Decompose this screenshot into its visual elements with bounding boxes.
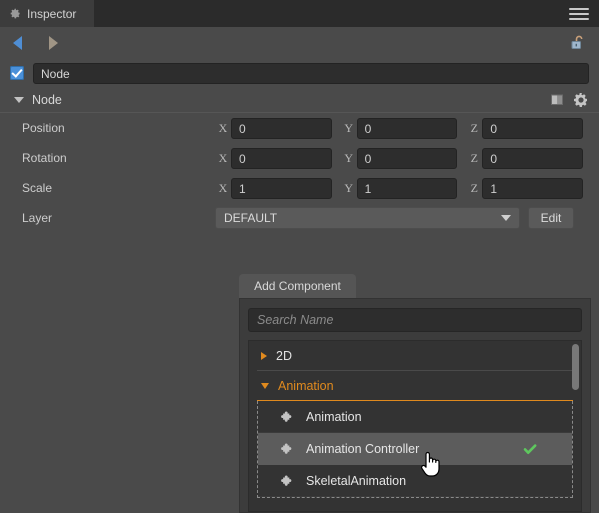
- hamburger-menu-icon[interactable]: [569, 0, 589, 27]
- axis-field: Z1: [466, 177, 584, 199]
- gear-icon[interactable]: [573, 92, 589, 108]
- component-list-item[interactable]: Animation Controller: [258, 433, 572, 465]
- numeric-input[interactable]: 0: [482, 117, 584, 139]
- book-icon[interactable]: [549, 92, 565, 108]
- numeric-input[interactable]: 0: [356, 147, 458, 169]
- puzzle-piece-icon: [280, 474, 294, 488]
- add-component-popup: Search Name 2D Animation Animation Animatio…: [239, 298, 591, 513]
- numeric-input[interactable]: 1: [356, 177, 458, 199]
- axis-letter-label: Y: [344, 150, 353, 165]
- component-item-label: SkeletalAnimation: [306, 473, 407, 488]
- property-label: Position: [22, 121, 65, 135]
- lock-toggle-button[interactable]: [571, 34, 587, 51]
- component-group-header[interactable]: Animation: [257, 371, 573, 401]
- numeric-input[interactable]: 1: [482, 177, 584, 199]
- window-titlebar: Inspector: [0, 0, 599, 27]
- puzzle-piece-icon: [280, 410, 294, 424]
- property-label: Scale: [22, 181, 53, 195]
- chevron-down-icon: [261, 382, 269, 389]
- layer-select[interactable]: DEFAULT: [215, 207, 520, 229]
- axis-field: X0: [215, 117, 332, 139]
- axis-group: X0Y0Z0: [215, 147, 599, 169]
- axis-field: Z0: [466, 117, 584, 139]
- axis-letter-label: Y: [344, 120, 353, 135]
- component-item-group: Animation Animation Controller SkeletalAni…: [257, 401, 573, 498]
- unlock-padlock-icon: [571, 35, 583, 49]
- chevron-down-icon[interactable]: [14, 97, 24, 103]
- component-list: 2D Animation Animation Animation Controller…: [248, 340, 582, 512]
- component-item-label: Animation Controller: [306, 441, 420, 456]
- axis-field: Y0: [341, 147, 458, 169]
- navigation-bar: [0, 27, 599, 58]
- tab-inspector[interactable]: Inspector: [0, 0, 95, 27]
- checkmark-icon: [522, 441, 538, 457]
- component-group-label: 2D: [276, 348, 292, 363]
- layer-selected-value: DEFAULT: [224, 211, 278, 225]
- property-row: Rotation X 0 Y 0 Z 0: [0, 143, 599, 173]
- list-scrollbar[interactable]: [572, 344, 579, 390]
- add-component-button[interactable]: Add Component: [239, 274, 356, 298]
- property-row: Scale X 1 Y 1 Z 1: [0, 173, 599, 203]
- node-name-row: Node: [0, 58, 599, 88]
- component-group-header[interactable]: 2D: [257, 341, 573, 371]
- chevron-right-icon: [261, 351, 267, 360]
- axis-field: Y1: [341, 177, 458, 199]
- axis-letter-label: X: [218, 120, 228, 135]
- axis-letter-label: Z: [470, 120, 479, 135]
- layer-row: Layer DEFAULT Edit: [0, 203, 599, 233]
- back-button[interactable]: [8, 34, 26, 52]
- property-row: Position X 0 Y 0 Z 0: [0, 113, 599, 143]
- axis-field: X0: [215, 147, 332, 169]
- axis-letter-label: X: [218, 150, 228, 165]
- layer-label: Layer: [22, 211, 53, 225]
- axis-letter-label: Z: [470, 180, 479, 195]
- axis-group: X1Y1Z1: [215, 177, 599, 199]
- search-placeholder: Search Name: [257, 313, 334, 327]
- component-group-label: Animation: [278, 378, 334, 393]
- section-title: Node: [32, 93, 62, 107]
- arrow-left-icon: [12, 35, 22, 50]
- node-enabled-checkbox[interactable]: [10, 66, 24, 80]
- forward-button[interactable]: [44, 34, 62, 52]
- layer-edit-button[interactable]: Edit: [528, 207, 574, 229]
- component-item-label: Animation: [306, 409, 362, 424]
- search-input[interactable]: Search Name: [248, 308, 582, 332]
- numeric-input[interactable]: 0: [231, 117, 332, 139]
- axis-field: Y0: [341, 117, 458, 139]
- puzzle-piece-icon: [280, 442, 294, 456]
- axis-letter-label: Z: [470, 150, 479, 165]
- axis-field: Z0: [466, 147, 584, 169]
- numeric-input[interactable]: 0: [231, 147, 332, 169]
- tab-label: Inspector: [27, 6, 77, 21]
- numeric-input[interactable]: 0: [356, 117, 458, 139]
- property-label: Rotation: [22, 151, 67, 165]
- axis-letter-label: Y: [344, 180, 353, 195]
- axis-field: X1: [215, 177, 332, 199]
- chevron-down-icon: [501, 215, 511, 221]
- transform-properties: Position X 0 Y 0 Z 0 Rotation X 0 Y 0 Z 0 Scale X 1 Y 1 Z 1: [0, 113, 599, 203]
- axis-letter-label: X: [218, 180, 228, 195]
- node-name-input[interactable]: Node: [33, 62, 589, 84]
- gear-icon: [10, 8, 21, 19]
- component-list-item[interactable]: Animation: [258, 401, 572, 433]
- numeric-input[interactable]: 1: [231, 177, 332, 199]
- node-section-header[interactable]: Node: [0, 88, 599, 113]
- numeric-input[interactable]: 0: [482, 147, 584, 169]
- axis-group: X0Y0Z0: [215, 117, 599, 139]
- component-list-item[interactable]: SkeletalAnimation: [258, 465, 572, 497]
- arrow-right-icon: [48, 35, 58, 50]
